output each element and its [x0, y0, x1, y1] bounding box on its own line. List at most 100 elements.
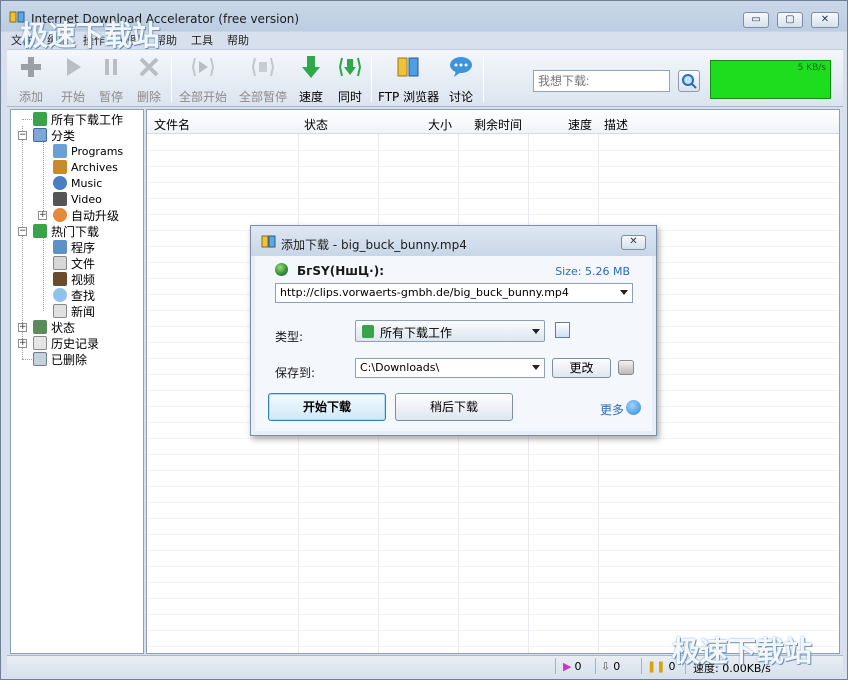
- maximize-button[interactable]: ▢: [777, 12, 803, 28]
- chevron-down-icon[interactable]: [620, 290, 628, 295]
- row-line: [147, 182, 839, 183]
- ftp-browser-label: FTP 浏览器: [378, 90, 440, 104]
- discuss-button[interactable]: 讨论: [447, 54, 475, 106]
- programs-icon: [53, 240, 67, 254]
- tree-item-videos[interactable]: 视频: [53, 271, 95, 287]
- start-all-label: 全部开始: [178, 90, 227, 104]
- expand-toggle[interactable]: +: [38, 211, 47, 220]
- collapse-toggle[interactable]: −: [18, 227, 27, 236]
- add-label: 添加: [18, 90, 43, 104]
- tree-item-auto-update[interactable]: 自动升级: [53, 207, 119, 223]
- tree-item-deleted[interactable]: 已删除: [33, 351, 87, 367]
- tree-item-video[interactable]: Video: [53, 191, 102, 207]
- tree-line: [22, 359, 32, 360]
- download-later-button[interactable]: 稍后下载: [395, 393, 513, 421]
- tree-item-label: 视频: [71, 272, 96, 287]
- change-button[interactable]: 更改: [552, 358, 611, 378]
- tree-item-label: 历史记录: [51, 336, 100, 351]
- column-header-speed[interactable]: 速度: [568, 116, 592, 133]
- url-input[interactable]: http://clips.vorwaerts-gmbh.de/big_buck_…: [275, 283, 633, 303]
- tree-item-history[interactable]: 历史记录: [33, 335, 99, 351]
- minimize-button[interactable]: ▭: [743, 12, 769, 28]
- trash-icon: [33, 352, 47, 366]
- tree-item-categories[interactable]: 分类: [33, 127, 75, 143]
- tree-item-status[interactable]: 状态: [33, 319, 75, 335]
- news-icon: [53, 304, 67, 318]
- tree-item-hot-downloads[interactable]: 热门下载: [33, 223, 99, 239]
- discuss-label: 讨论: [448, 90, 473, 104]
- category-tree: 所有下载工作 − 分类 Programs Archives Music Vide…: [10, 109, 144, 654]
- ftp-browser-icon: [397, 57, 419, 77]
- down-arrow-icon: ⇩: [601, 660, 611, 673]
- search-button[interactable]: [678, 70, 700, 92]
- expand-toggle[interactable]: +: [18, 339, 27, 348]
- column-header-description[interactable]: 描述: [604, 116, 628, 133]
- row-line: [147, 518, 839, 519]
- dialog-close-button[interactable]: ✕: [621, 235, 646, 250]
- status-icon: [33, 320, 47, 334]
- ftp-browser-button[interactable]: FTP 浏览器: [378, 54, 440, 106]
- chevron-down-icon[interactable]: [532, 329, 540, 334]
- add-button[interactable]: 添加: [15, 54, 47, 106]
- history-icon: [33, 336, 47, 350]
- list-header: 文件名 状态 大小 剩余时间 速度 描述: [147, 110, 839, 134]
- save-path-input[interactable]: C:\Downloads\: [355, 358, 545, 378]
- row-line: [147, 150, 839, 151]
- collapse-toggle[interactable]: −: [18, 131, 27, 140]
- menu-tools[interactable]: 工具: [191, 32, 213, 48]
- pause-button[interactable]: 暂停: [95, 54, 127, 106]
- menu-help[interactable]: 帮助: [227, 32, 249, 48]
- chat-bubble-icon: [450, 57, 472, 77]
- search-input[interactable]: [533, 70, 670, 92]
- file-name-label: БгЅҮ(НшЦ·):: [297, 264, 384, 278]
- toolbar-separator: [171, 56, 172, 102]
- video-icon: [53, 192, 67, 206]
- url-value: http://clips.vorwaerts-gmbh.de/big_buck_…: [280, 286, 569, 299]
- tree-item-music[interactable]: Music: [53, 175, 102, 191]
- chevron-down-circle-icon[interactable]: [626, 400, 641, 415]
- status-separator: [595, 658, 596, 674]
- row-line: [147, 614, 839, 615]
- simultaneous-button[interactable]: 同时: [335, 54, 365, 106]
- folder-icon[interactable]: [618, 360, 634, 375]
- column-header-size[interactable]: 大小: [428, 116, 452, 133]
- tree-item-news[interactable]: 新闻: [53, 303, 95, 319]
- expand-toggle[interactable]: +: [18, 323, 27, 332]
- edit-category-icon[interactable]: [555, 322, 570, 338]
- tree-item-programs-hot[interactable]: 程序: [53, 239, 95, 255]
- row-line: [147, 502, 839, 503]
- pause-all-label: 全部暂停: [238, 90, 287, 104]
- status-separator: [555, 658, 556, 674]
- tree-item-files[interactable]: 文件: [53, 255, 95, 271]
- more-link[interactable]: 更多: [600, 401, 624, 418]
- tree-item-archives[interactable]: Archives: [53, 159, 118, 175]
- status-separator: [641, 658, 642, 674]
- column-header-filename[interactable]: 文件名: [154, 116, 190, 133]
- column-header-remaining[interactable]: 剩余时间: [474, 116, 522, 133]
- row-line: [147, 470, 839, 471]
- chevron-down-icon[interactable]: [532, 365, 540, 370]
- active-count: ▶ 0: [563, 660, 581, 673]
- type-select[interactable]: 所有下载工作: [355, 320, 545, 342]
- row-line: [147, 198, 839, 199]
- close-button[interactable]: ✕: [811, 12, 839, 28]
- tree-item-programs[interactable]: Programs: [53, 143, 123, 159]
- start-all-button[interactable]: 全部开始: [177, 54, 229, 106]
- tree-item-search[interactable]: 查找: [53, 287, 95, 303]
- pause-all-button[interactable]: 全部暂停: [237, 54, 289, 106]
- tree-item-all-downloads[interactable]: 所有下载工作: [33, 111, 123, 127]
- file-icon: [53, 256, 67, 270]
- column-header-status[interactable]: 状态: [304, 116, 328, 133]
- speed-button[interactable]: 速度: [297, 54, 325, 106]
- file-size: Size: 5.26 MB: [555, 265, 630, 278]
- speed-label: 速度: [298, 90, 323, 104]
- category-icon: [33, 128, 47, 142]
- tree-item-label: 热门下载: [51, 224, 100, 239]
- delete-button[interactable]: 删除: [133, 54, 165, 106]
- globe-icon: [275, 263, 288, 276]
- tree-item-label: 查找: [71, 288, 96, 303]
- pause-icon: [105, 59, 117, 75]
- tree-line: [43, 142, 44, 215]
- start-download-button[interactable]: 开始下载: [268, 393, 386, 421]
- start-button[interactable]: 开始: [57, 54, 89, 106]
